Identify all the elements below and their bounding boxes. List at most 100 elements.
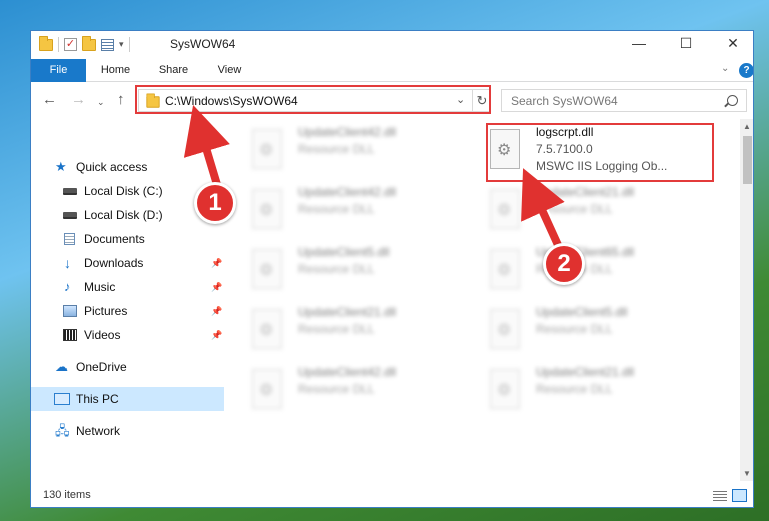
- item-count: 130 items: [43, 489, 91, 501]
- recent-locations-icon[interactable]: ⌄: [97, 95, 105, 110]
- sidebar-item-onedrive[interactable]: ☁ OneDrive: [31, 355, 224, 379]
- sidebar-item-music[interactable]: ♪ Music 📌: [31, 275, 224, 299]
- documents-icon: [64, 233, 75, 245]
- properties-icon[interactable]: [101, 38, 114, 51]
- file-name: UpdateClient42.dll: [298, 125, 397, 139]
- quick-access-toolbar: ✓ ▾: [39, 35, 130, 52]
- toolbar-separator: [58, 37, 59, 52]
- pin-icon[interactable]: 📌: [211, 299, 222, 323]
- list-item[interactable]: UpdateClient42.dll Resource DLL: [226, 123, 456, 179]
- list-item[interactable]: UpdateClient21.dll Resource DLL: [226, 303, 456, 359]
- status-bar: 130 items: [31, 483, 753, 507]
- toolbar-separator: [128, 37, 130, 52]
- star-icon: ★: [55, 159, 67, 174]
- scroll-up-icon[interactable]: ▲: [743, 122, 751, 131]
- file-type: Resource DLL: [536, 202, 613, 216]
- properties-check-icon[interactable]: ✓: [64, 38, 77, 51]
- sidebar-item-label: Local Disk (C:): [84, 184, 163, 198]
- back-arrow-icon[interactable]: ←: [42, 92, 57, 107]
- customize-dropdown-icon[interactable]: ▾: [119, 39, 124, 50]
- sidebar-item-label: Music: [84, 280, 116, 294]
- network-icon: 🖧: [55, 423, 70, 438]
- search-box[interactable]: Search SysWOW64: [501, 89, 747, 112]
- scroll-down-icon[interactable]: ▼: [743, 469, 751, 478]
- details-view-icon[interactable]: [713, 491, 727, 502]
- sidebar-item-network[interactable]: 🖧 Network: [31, 419, 224, 443]
- file-type: Resource DLL: [298, 142, 375, 156]
- search-icon[interactable]: [727, 95, 738, 106]
- list-item[interactable]: UpdateClient21.dll Resource DLL: [464, 363, 694, 419]
- folder-icon[interactable]: [39, 35, 53, 51]
- scroll-thumb[interactable]: [743, 136, 752, 184]
- file-type: Resource DLL: [536, 382, 613, 396]
- file-name: UpdateClient21.dll: [536, 365, 635, 379]
- dll-file-icon: [490, 309, 520, 349]
- sidebar-item-downloads[interactable]: ↓ Downloads 📌: [31, 251, 224, 275]
- dll-file-icon: [490, 249, 520, 289]
- pin-icon[interactable]: 📌: [211, 323, 222, 347]
- file-name: UpdateClient5.dll: [536, 305, 628, 319]
- file-name: UpdateClient5.dll: [298, 245, 390, 259]
- file-type: Resource DLL: [298, 262, 375, 276]
- tab-file[interactable]: File: [31, 59, 86, 82]
- pin-icon[interactable]: 📌: [211, 275, 222, 299]
- title-bar: ✓ ▾ SysWOW64 — ☐ ✕: [31, 31, 753, 58]
- download-icon: ↓: [64, 255, 71, 271]
- maximize-button[interactable]: ☐: [663, 31, 709, 57]
- dll-file-icon: [252, 249, 282, 289]
- step-badge-2: 2: [543, 243, 585, 285]
- large-icons-view-icon[interactable]: [732, 489, 747, 502]
- sidebar-item-videos[interactable]: Videos 📌: [31, 323, 224, 347]
- pin-icon[interactable]: 📌: [211, 251, 222, 275]
- file-type: Resource DLL: [298, 382, 375, 396]
- close-button[interactable]: ✕: [710, 31, 753, 57]
- sidebar-item-this-pc[interactable]: This PC: [31, 387, 224, 411]
- forward-arrow-icon[interactable]: →: [71, 92, 86, 107]
- sidebar-item-label: Documents: [84, 232, 145, 246]
- search-placeholder[interactable]: Search SysWOW64: [511, 94, 618, 108]
- window-title: SysWOW64: [170, 37, 236, 51]
- tab-view[interactable]: View: [207, 59, 252, 82]
- help-icon[interactable]: ?: [739, 63, 753, 78]
- pictures-icon: [63, 305, 77, 317]
- sidebar-item-documents[interactable]: Documents: [31, 227, 224, 251]
- expand-ribbon-icon[interactable]: ⌄: [721, 63, 729, 74]
- list-item[interactable]: UpdateClient42.dll Resource DLL: [226, 183, 456, 239]
- sidebar-item-quick-access[interactable]: ★ Quick access: [31, 155, 224, 179]
- file-highlight-box: [486, 123, 714, 182]
- dll-file-icon: [252, 369, 282, 409]
- file-name: UpdateClient21.dll: [298, 305, 397, 319]
- sidebar-item-label: Videos: [84, 328, 121, 342]
- minimize-button[interactable]: —: [616, 31, 662, 57]
- computer-icon: [54, 393, 70, 405]
- tab-home[interactable]: Home: [93, 59, 138, 82]
- address-highlight-box: [135, 85, 491, 114]
- ribbon-tabs: File Home Share View ⌄ ?: [31, 59, 753, 82]
- new-folder-icon[interactable]: [82, 35, 96, 51]
- list-item[interactable]: UpdateClient21.dll Resource DLL: [464, 183, 694, 239]
- file-name: UpdateClient42.dll: [298, 185, 397, 199]
- navigation-pane: ★ Quick access Local Disk (C:) 📌 Local D…: [31, 119, 224, 481]
- sidebar-item-label: This PC: [76, 392, 119, 406]
- sidebar-item-label: OneDrive: [76, 360, 127, 374]
- dll-file-icon: [490, 369, 520, 409]
- sidebar-item-label: Network: [76, 424, 121, 438]
- disk-icon: [63, 188, 77, 195]
- up-arrow-icon[interactable]: ↑: [117, 92, 125, 107]
- tab-share[interactable]: Share: [151, 59, 196, 82]
- cloud-icon: ☁: [55, 359, 68, 374]
- file-type: Resource DLL: [298, 322, 375, 336]
- vertical-scrollbar[interactable]: ▲ ▼: [740, 119, 753, 481]
- dll-file-icon: [252, 189, 282, 229]
- dll-file-icon: [252, 129, 282, 169]
- music-icon: ♪: [64, 279, 71, 294]
- file-type: Resource DLL: [536, 322, 613, 336]
- file-type: Resource DLL: [298, 202, 375, 216]
- dll-file-icon: [490, 189, 520, 229]
- step-badge-1: 1: [194, 182, 236, 224]
- sidebar-item-pictures[interactable]: Pictures 📌: [31, 299, 224, 323]
- list-item[interactable]: UpdateClient5.dll Resource DLL: [464, 303, 694, 359]
- sidebar-item-label: Downloads: [84, 256, 144, 270]
- list-item[interactable]: UpdateClient42.dll Resource DLL: [226, 363, 456, 419]
- list-item[interactable]: UpdateClient5.dll Resource DLL: [226, 243, 456, 299]
